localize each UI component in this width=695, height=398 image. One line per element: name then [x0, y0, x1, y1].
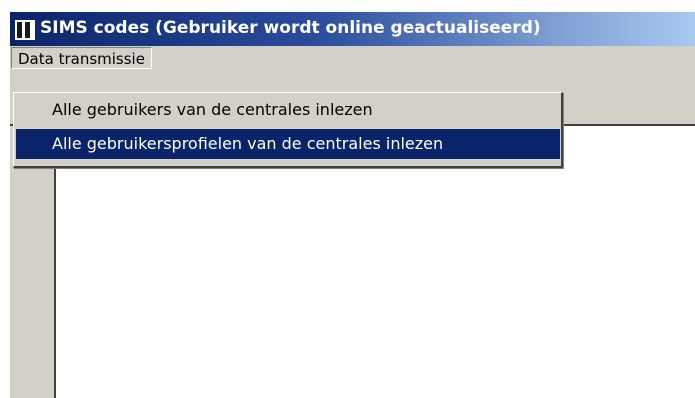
- app-icon-bar: [17, 22, 22, 38]
- menu-item-read-user-profiles[interactable]: Alle gebruikersprofielen van de centrale…: [16, 129, 560, 159]
- title-bar[interactable]: SIMS codes (Gebruiker wordt online geact…: [10, 12, 695, 46]
- menu-data-transmissie[interactable]: Data transmissie: [11, 47, 152, 69]
- app-icon-bar: [25, 22, 30, 38]
- menu-bar: Data transmissie: [10, 46, 695, 70]
- data-transmissie-dropdown: Alle gebruikers van de centrales inlezen…: [13, 92, 563, 168]
- app-icon[interactable]: [15, 20, 35, 40]
- window-title: SIMS codes (Gebruiker wordt online geact…: [40, 18, 541, 38]
- app-window: SIMS codes (Gebruiker wordt online geact…: [10, 12, 695, 398]
- menu-item-read-users[interactable]: Alle gebruikers van de centrales inlezen: [16, 95, 560, 125]
